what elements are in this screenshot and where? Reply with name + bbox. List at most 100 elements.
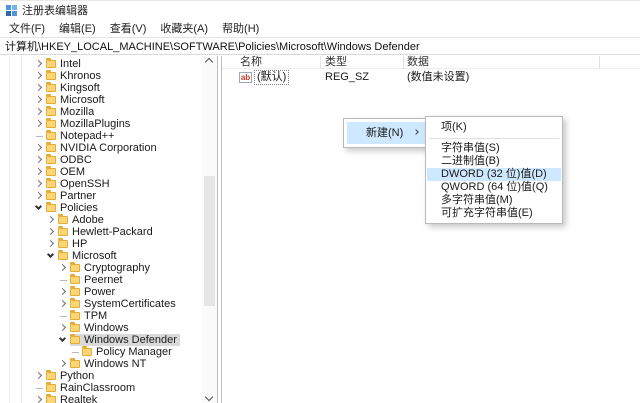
folder-icon [46, 204, 56, 212]
tree-item-adobe[interactable]: Adobe [0, 214, 202, 226]
chevron-right-icon[interactable] [59, 300, 66, 307]
submenu-item-binary-value[interactable]: 二进制值(B) [427, 155, 561, 168]
menu-separator [429, 138, 559, 139]
menu-file[interactable]: 文件(F) [2, 18, 52, 38]
value-name[interactable]: (默认) [255, 71, 288, 84]
menu-edit[interactable]: 编辑(E) [52, 18, 103, 38]
tree-item-python[interactable]: Python [0, 370, 202, 382]
main-area: Intel Khronos Kingsoft Microsoft Mozilla… [0, 56, 640, 403]
chevron-right-icon[interactable] [59, 324, 66, 331]
chevron-right-icon[interactable] [35, 120, 42, 127]
submenu-item-multi-string-value[interactable]: 多字符串值(M) [427, 194, 561, 207]
folder-icon [46, 96, 56, 104]
chevron-right-icon[interactable] [35, 156, 42, 163]
tree-item-hp[interactable]: HP [0, 238, 202, 250]
tree-item-realtek[interactable]: Realtek [0, 394, 202, 403]
folder-icon [58, 240, 68, 248]
tree-item-tpm[interactable]: TPM [0, 310, 202, 322]
tree-item-hewlett-packard[interactable]: Hewlett-Packard [0, 226, 202, 238]
folder-icon [58, 252, 68, 260]
address-bar[interactable]: 计算机\HKEY_LOCAL_MACHINE\SOFTWARE\Policies… [0, 37, 640, 55]
tree-item-mozillaplugins[interactable]: MozillaPlugins [0, 118, 202, 130]
folder-icon [46, 60, 56, 68]
tree-item-windows[interactable]: Windows [0, 322, 202, 334]
folder-icon [70, 336, 80, 344]
folder-icon [46, 384, 56, 392]
chevron-down-icon[interactable] [59, 335, 66, 342]
tree-item-power[interactable]: Power [0, 286, 202, 298]
tree-item-windows-defender[interactable]: Windows Defender [0, 334, 202, 346]
chevron-down-icon[interactable] [47, 251, 54, 258]
chevron-right-icon[interactable] [35, 192, 42, 199]
chevron-right-icon[interactable] [35, 84, 42, 91]
column-separator[interactable] [403, 56, 404, 69]
folder-icon [46, 192, 56, 200]
context-menu: 新建(N) [343, 118, 429, 148]
tree-item-partner[interactable]: Partner [0, 190, 202, 202]
submenu-item-expandable-string-value[interactable]: 可扩充字符串值(E) [427, 207, 561, 220]
scroll-down-icon[interactable] [205, 393, 213, 401]
chevron-right-icon[interactable] [35, 180, 42, 187]
new-submenu: 项(K) 字符串值(S) 二进制值(B) DWORD (32 位)值(D) QW… [425, 116, 563, 224]
chevron-right-icon[interactable] [35, 144, 42, 151]
chevron-right-icon[interactable] [59, 288, 66, 295]
tree-item-openssh[interactable]: OpenSSH [0, 178, 202, 190]
folder-icon [70, 264, 80, 272]
tree-item-peernet[interactable]: Peernet [0, 274, 202, 286]
submenu-item-key[interactable]: 项(K) [427, 120, 561, 135]
scrollbar-thumb[interactable] [204, 176, 215, 306]
tree-item-rainclassroom[interactable]: RainClassroom [0, 382, 202, 394]
chevron-right-icon[interactable] [35, 396, 42, 403]
chevron-right-icon[interactable] [47, 240, 54, 247]
folder-icon [46, 108, 56, 116]
scroll-up-icon[interactable] [205, 58, 213, 66]
chevron-right-icon[interactable] [59, 360, 66, 367]
folder-icon [70, 288, 80, 296]
tree-item-systemcertificates[interactable]: SystemCertificates [0, 298, 202, 310]
column-separator[interactable] [599, 56, 600, 69]
tree-item-oem[interactable]: OEM [0, 166, 202, 178]
tree-item-intel[interactable]: Intel [0, 58, 202, 70]
column-header-data[interactable]: 数据 [407, 56, 429, 69]
tree-leaf-dash [72, 352, 79, 353]
tree-scrollbar[interactable] [202, 56, 217, 403]
tree-item-nvidia-corporation[interactable]: NVIDIA Corporation [0, 142, 202, 154]
menu-favorites[interactable]: 收藏夹(A) [153, 18, 215, 38]
chevron-right-icon[interactable] [35, 96, 42, 103]
column-header-name[interactable]: 名称 [240, 56, 262, 69]
column-header-type[interactable]: 类型 [325, 56, 347, 69]
tree-item-policy-manager[interactable]: Policy Manager [0, 346, 202, 358]
submenu-item-qword-value[interactable]: QWORD (64 位)值(Q) [427, 181, 561, 194]
tree-item-policies[interactable]: Policies [0, 202, 202, 214]
chevron-right-icon[interactable] [35, 108, 42, 115]
tree-item-mozilla[interactable]: Mozilla [0, 106, 202, 118]
folder-icon [46, 156, 56, 164]
tree-item-odbc[interactable]: ODBC [0, 154, 202, 166]
submenu-item-dword-value[interactable]: DWORD (32 位)值(D) [427, 168, 561, 181]
chevron-right-icon[interactable] [47, 228, 54, 235]
title-bar: 注册表编辑器 [0, 1, 640, 19]
context-menu-item-new[interactable]: 新建(N) [347, 122, 425, 144]
chevron-down-icon[interactable] [35, 203, 42, 210]
tree-item-kingsoft[interactable]: Kingsoft [0, 82, 202, 94]
chevron-right-icon[interactable] [35, 72, 42, 79]
tree-item-windows-nt[interactable]: Windows NT [0, 358, 202, 370]
chevron-right-icon[interactable] [47, 216, 54, 223]
menu-help[interactable]: 帮助(H) [215, 18, 266, 38]
chevron-right-icon[interactable] [35, 60, 42, 67]
tree-item-khronos[interactable]: Khronos [0, 70, 202, 82]
chevron-right-icon[interactable] [35, 168, 42, 175]
folder-icon [46, 396, 56, 403]
chevron-right-icon[interactable] [59, 264, 66, 271]
chevron-right-icon[interactable] [35, 372, 42, 379]
tree-item-cryptography[interactable]: Cryptography [0, 262, 202, 274]
submenu-item-string-value[interactable]: 字符串值(S) [427, 142, 561, 155]
tree-item-microsoft[interactable]: Microsoft [0, 94, 202, 106]
value-type: REG_SZ [325, 71, 369, 84]
tree-item-policies-microsoft[interactable]: Microsoft [0, 250, 202, 262]
folder-icon [46, 168, 56, 176]
column-separator[interactable] [320, 56, 321, 69]
value-row-default[interactable]: ab (默认) REG_SZ (数值未设置) [222, 71, 640, 85]
menu-view[interactable]: 查看(V) [103, 18, 154, 38]
tree-item-notepadpp[interactable]: Notepad++ [0, 130, 202, 142]
